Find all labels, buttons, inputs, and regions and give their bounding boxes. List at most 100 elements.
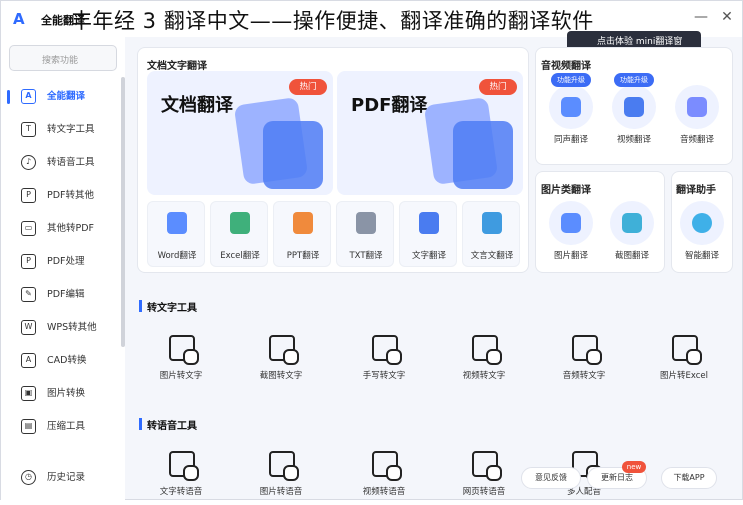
image-to-speech-tool[interactable]: 图片转语音 xyxy=(241,451,321,505)
picture-icon xyxy=(561,213,581,233)
audio-translate-item[interactable]: 音频翻译 xyxy=(667,73,727,159)
overlay-title: 丰年经 3 翻译中文——操作便捷、翻译准确的翻译软件 xyxy=(71,9,594,33)
tool-label: 手写转文字 xyxy=(362,371,406,381)
web-speech-icon xyxy=(472,451,502,481)
image-icon: ▣ xyxy=(21,386,36,401)
sidebar: 搜索功能 A 全能翻译 T 转文字工具 ♪ 转语音工具 P PDF转其他 ▭ 其他转PDF… xyxy=(1,37,125,501)
web-to-speech-tool[interactable]: 网页转语音 xyxy=(444,451,524,505)
video-text-icon xyxy=(472,335,502,365)
doc-card-title: 文档翻译 xyxy=(161,95,233,116)
hot-badge: 热门 xyxy=(289,79,327,95)
sidebar-item-all-translate[interactable]: A 全能翻译 xyxy=(1,84,125,110)
file-to-pdf-icon: ▭ xyxy=(21,221,36,236)
pdf-translate-card[interactable]: PDF翻译 热门 xyxy=(337,71,523,195)
text-translate-tool[interactable]: 文字翻译 xyxy=(399,201,457,267)
doc-panel-title: 文档文字翻译 xyxy=(147,61,207,72)
video-speech-icon xyxy=(372,451,402,481)
image-translate-item[interactable]: 图片翻译 xyxy=(541,189,601,275)
tool-label: 图片转Excel xyxy=(659,371,709,381)
doc-translate-card[interactable]: 文档翻译 热门 xyxy=(147,71,333,195)
pdf-logo-icon xyxy=(453,121,513,189)
robot-icon xyxy=(692,213,712,233)
screenshot-translate-item[interactable]: 截图翻译 xyxy=(602,189,662,275)
compress-icon: ▤ xyxy=(21,419,36,434)
ppt-icon xyxy=(293,212,313,234)
cad-icon: A xyxy=(21,353,36,368)
word-icon xyxy=(167,212,187,234)
classical-chinese-icon xyxy=(482,212,502,234)
search-input[interactable]: 搜索功能 xyxy=(9,45,117,71)
image-to-text-tool[interactable]: 图片转文字 xyxy=(141,335,221,389)
excel-icon xyxy=(230,212,250,234)
image-speech-icon xyxy=(269,451,299,481)
audio-text-icon xyxy=(572,335,602,365)
txt-translate-tool[interactable]: TXT翻译 xyxy=(336,201,394,267)
tool-label: 音频转文字 xyxy=(562,371,606,381)
tool-label: Word翻译 xyxy=(157,251,197,261)
new-badge: new xyxy=(622,461,646,473)
item-label: 音频翻译 xyxy=(679,135,714,145)
upgrade-tag: 功能升级 xyxy=(614,73,654,87)
tool-label: PPT翻译 xyxy=(286,251,320,261)
sidebar-item-pdf-edit[interactable]: ✎ PDF编辑 xyxy=(1,282,125,308)
handwriting-to-text-tool[interactable]: 手写转文字 xyxy=(344,335,424,389)
app-logo-icon: A xyxy=(13,10,25,28)
app-window: A 全能翻译 — ✕ 丰年经 3 翻译中文——操作便捷、翻译准确的翻译软件 点击… xyxy=(0,0,743,501)
image-to-excel-tool[interactable]: 图片转Excel xyxy=(644,335,724,389)
wps-icon: W xyxy=(21,320,36,335)
excel-translate-tool[interactable]: Excel翻译 xyxy=(210,201,268,267)
txt-icon xyxy=(356,212,376,234)
video-to-text-tool[interactable]: 视频转文字 xyxy=(444,335,524,389)
translate-icon: A xyxy=(21,89,36,104)
image-text-icon xyxy=(169,335,199,365)
download-app-button[interactable]: 下载APP xyxy=(661,467,717,489)
hot-badge: 热门 xyxy=(479,79,517,95)
ppt-translate-tool[interactable]: PPT翻译 xyxy=(273,201,331,267)
sidebar-item-other-to-pdf[interactable]: ▭ 其他转PDF xyxy=(1,216,125,242)
item-label: 截图翻译 xyxy=(614,251,649,261)
sidebar-item-cad-convert[interactable]: A CAD转换 xyxy=(1,348,125,374)
section-title: 转文字工具 xyxy=(147,303,197,314)
pdf-card-title: PDF翻译 xyxy=(351,95,428,116)
tool-label: TXT翻译 xyxy=(349,251,383,261)
text-speech-icon xyxy=(169,451,199,481)
av-panel-title: 音视频翻译 xyxy=(541,61,591,72)
upgrade-tag: 功能升级 xyxy=(551,73,591,87)
sidebar-item-voice-tools[interactable]: ♪ 转语音工具 xyxy=(1,150,125,176)
tool-label: 视频转文字 xyxy=(462,371,506,381)
sidebar-item-compress[interactable]: ▤ 压缩工具 xyxy=(1,414,125,440)
screenshot-text-icon xyxy=(269,335,299,365)
sidebar-item-wps-to-other[interactable]: W WPS转其他 xyxy=(1,315,125,341)
tool-label: 文字转语音 xyxy=(159,487,203,497)
tool-label: 文字翻译 xyxy=(411,251,446,261)
simultaneous-translate-item[interactable]: 功能升级 同声翻译 xyxy=(541,73,601,159)
minimize-button[interactable]: — xyxy=(691,7,711,27)
word-translate-tool[interactable]: Word翻译 xyxy=(147,201,205,267)
video-icon xyxy=(624,97,644,117)
tool-label: 图片转文字 xyxy=(159,371,203,381)
smart-translate-item[interactable]: 智能翻译 xyxy=(672,189,732,275)
video-to-speech-tool[interactable]: 视频转语音 xyxy=(344,451,424,505)
close-button[interactable]: ✕ xyxy=(717,7,737,27)
voice-tools-section-title: 转语音工具 xyxy=(139,417,739,432)
video-translate-item[interactable]: 功能升级 视频翻译 xyxy=(604,73,664,159)
sidebar-item-history[interactable]: ◷ 历史记录 xyxy=(1,465,125,491)
screenshot-icon xyxy=(622,213,642,233)
mic-icon xyxy=(561,97,581,117)
voice-icon: ♪ xyxy=(21,155,36,170)
item-label: 视频翻译 xyxy=(616,135,651,145)
pdf-process-icon: P xyxy=(21,254,36,269)
sidebar-item-image-convert[interactable]: ▣ 图片转换 xyxy=(1,381,125,407)
audio-to-text-tool[interactable]: 音频转文字 xyxy=(544,335,624,389)
text-to-speech-tool[interactable]: 文字转语音 xyxy=(141,451,221,505)
item-label: 智能翻译 xyxy=(684,251,719,261)
tool-label: 图片转语音 xyxy=(259,487,303,497)
sidebar-item-pdf-to-other[interactable]: P PDF转其他 xyxy=(1,183,125,209)
feedback-button[interactable]: 意见反馈 xyxy=(521,467,581,489)
sidebar-item-text-tools[interactable]: T 转文字工具 xyxy=(1,117,125,143)
classical-translate-tool[interactable]: 文言文翻译 xyxy=(462,201,520,267)
sidebar-item-pdf-process[interactable]: P PDF处理 xyxy=(1,249,125,275)
pdf-edit-icon: ✎ xyxy=(21,287,36,302)
tool-label: 文言文翻译 xyxy=(470,251,514,261)
screenshot-to-text-tool[interactable]: 截图转文字 xyxy=(241,335,321,389)
